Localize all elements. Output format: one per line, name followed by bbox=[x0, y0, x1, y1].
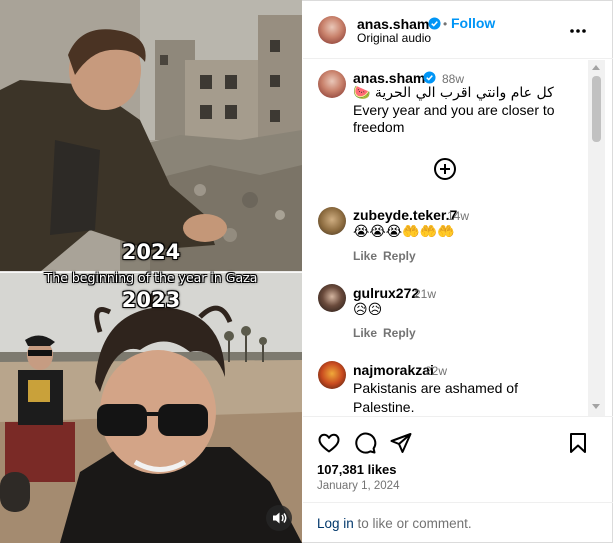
comment-reply-button[interactable]: Reply bbox=[383, 326, 416, 340]
verified-badge-icon bbox=[428, 17, 441, 30]
more-options-button[interactable] bbox=[570, 18, 586, 39]
overlay-caption: The beginning of the year in Gaza bbox=[44, 270, 258, 285]
scrollbar-thumb[interactable] bbox=[592, 76, 601, 142]
comment-timestamp[interactable]: 21w bbox=[414, 287, 436, 301]
likes-count[interactable]: 107,381 likes bbox=[317, 462, 397, 477]
author-avatar[interactable] bbox=[318, 16, 346, 44]
more-dots-icon bbox=[570, 29, 586, 33]
comment-text-line-2: Palestine. bbox=[353, 399, 415, 415]
gaza-rubble-scene bbox=[0, 0, 302, 272]
save-bookmark-icon[interactable] bbox=[567, 431, 589, 455]
comment-bubble-icon[interactable] bbox=[353, 431, 377, 455]
scroll-up-arrow-icon[interactable] bbox=[592, 65, 600, 70]
scroll-down-arrow-icon[interactable] bbox=[592, 404, 600, 409]
comment-avatar[interactable] bbox=[318, 284, 346, 312]
caption-text-english-2: freedom bbox=[353, 119, 405, 135]
login-divider bbox=[303, 502, 613, 503]
comment-timestamp[interactable]: 14w bbox=[447, 209, 469, 223]
post-date[interactable]: January 1, 2024 bbox=[317, 480, 399, 492]
comment-like-button[interactable]: Like bbox=[353, 249, 377, 263]
comment-username[interactable]: gulrux272 bbox=[353, 285, 419, 301]
audio-link[interactable]: Original audio bbox=[357, 31, 431, 45]
follow-button[interactable]: Follow bbox=[451, 15, 495, 31]
comment-reply-button[interactable]: Reply bbox=[383, 249, 416, 263]
login-prompt: Log in to like or comment. bbox=[317, 516, 472, 531]
header-separator: • bbox=[443, 17, 448, 31]
comment-text: 😥😥 bbox=[353, 302, 383, 318]
caption-text-arabic: كل عام وانتي اقرب الي الحرية 🍉 bbox=[353, 85, 554, 101]
like-heart-icon[interactable] bbox=[317, 431, 341, 455]
comment-text: 😭😭😭🤲🤲🤲 bbox=[353, 224, 455, 240]
comment-timestamp[interactable]: 22w bbox=[425, 364, 447, 378]
author-username[interactable]: anas.sham0 bbox=[357, 16, 437, 32]
comment-avatar[interactable] bbox=[318, 361, 346, 389]
speaker-icon bbox=[273, 512, 287, 524]
mute-toggle-button[interactable] bbox=[266, 505, 292, 531]
share-send-icon[interactable] bbox=[389, 431, 413, 455]
load-more-comments-button[interactable] bbox=[434, 158, 456, 180]
login-link[interactable]: Log in bbox=[317, 516, 354, 531]
comment-like-button[interactable]: Like bbox=[353, 326, 377, 340]
post-video[interactable]: 2024 The beginning of the year in Gaza 2… bbox=[0, 0, 302, 543]
comment-avatar[interactable] bbox=[318, 207, 346, 235]
overlay-year-2023: 2023 bbox=[121, 288, 181, 312]
caption-text-english-1: Every year and you are closer to bbox=[353, 102, 555, 118]
comment-username[interactable]: najmorakzai bbox=[353, 362, 434, 378]
video-frame-2023 bbox=[0, 272, 302, 543]
verified-badge-icon bbox=[423, 71, 436, 84]
actions-divider bbox=[303, 416, 613, 417]
comment-text-line-1: Pakistanis are ashamed of bbox=[353, 380, 518, 396]
comment-username[interactable]: zubeyde.teker.7 bbox=[353, 207, 457, 223]
overlay-year-2024: 2024 bbox=[121, 240, 181, 264]
caption-avatar[interactable] bbox=[318, 70, 346, 98]
video-frame-2024 bbox=[0, 0, 302, 272]
beach-selfie-scene bbox=[0, 272, 302, 543]
login-prompt-text: to like or comment. bbox=[353, 516, 472, 531]
